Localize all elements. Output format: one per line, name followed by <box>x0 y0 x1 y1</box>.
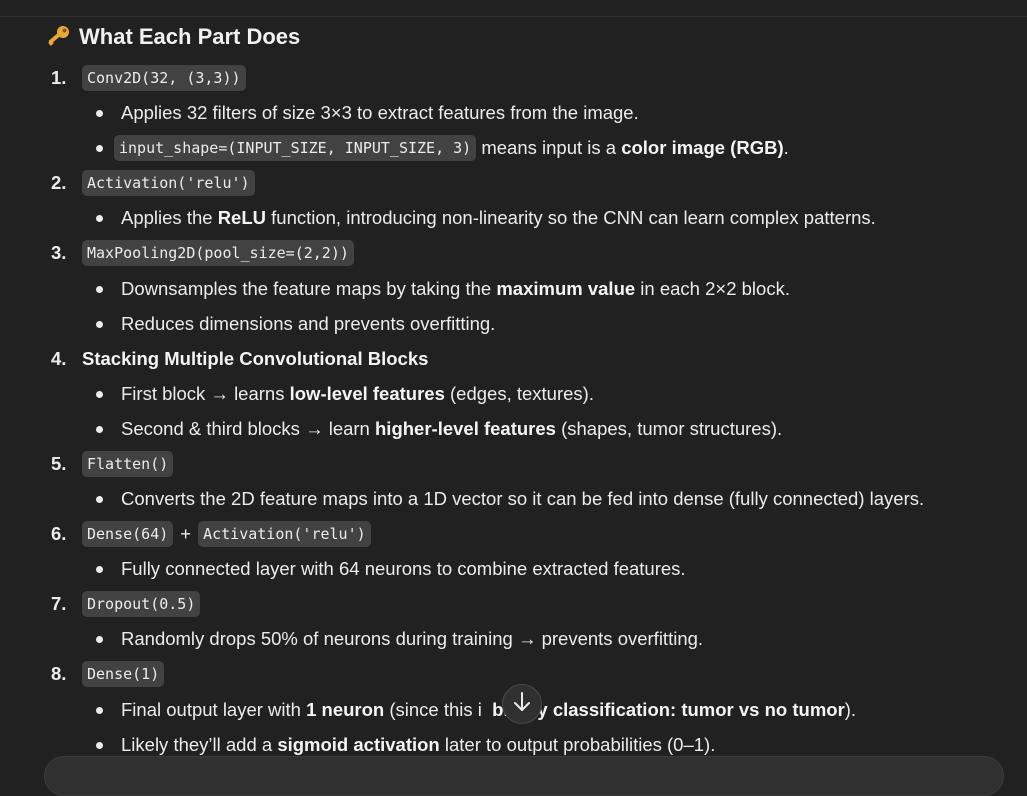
code-span: Dropout(0.5) <box>82 591 201 617</box>
list-number: 6. <box>51 523 67 544</box>
list-item: 6. Dense(64) + Activation('relu') <box>51 519 371 549</box>
text: Converts the 2D feature maps into a 1D v… <box>121 488 925 509</box>
bullet-dot <box>96 706 103 714</box>
text: Downsamples the feature maps by taking t… <box>121 278 497 299</box>
scroll-to-bottom-button[interactable] <box>502 684 542 724</box>
list-number: 8. <box>51 663 67 684</box>
text: Final output layer with <box>121 699 307 720</box>
bullet-dot <box>96 425 103 433</box>
list-number: 7. <box>51 593 67 614</box>
bullet-item: Converts the 2D feature maps into a 1D v… <box>96 484 924 514</box>
text: Fully connected layer with 64 neurons to… <box>121 558 686 579</box>
code-span: Dense(1) <box>82 661 165 687</box>
bold-text: 1 neuron <box>306 699 385 720</box>
list-item: 4. Stacking Multiple Convolutional Blocks <box>51 344 429 374</box>
code-span: Activation('relu') <box>82 170 255 196</box>
text <box>482 695 492 725</box>
bullet-dot <box>96 390 103 398</box>
text: Applies 32 filters of size 3×3 to extrac… <box>121 102 639 123</box>
bold-text: binary classification: tumor vs no tumor <box>492 699 845 720</box>
bullet-item: Applies 32 filters of size 3×3 to extrac… <box>96 98 639 128</box>
bold-text: color image (RGB) <box>621 137 784 158</box>
bullet-dot <box>96 109 103 117</box>
list-item: 5. Flatten() <box>51 449 174 479</box>
item-title: Stacking Multiple Convolutional Blocks <box>82 348 429 369</box>
code-span: Activation('relu') <box>198 521 371 547</box>
bullet-item: Downsamples the feature maps by taking t… <box>96 274 790 304</box>
bullet-dot <box>96 214 103 222</box>
bullet-dot <box>96 285 103 293</box>
key-icon <box>45 24 71 50</box>
bullet-item: Fully connected layer with 64 neurons to… <box>96 554 686 584</box>
bullet-item: Randomly drops 50% of neurons during tra… <box>96 624 703 654</box>
list-item: 3. MaxPooling2D(pool_size=(2,2)) <box>51 238 354 268</box>
text: (edges, textures). <box>444 383 594 404</box>
list-number: 1. <box>51 67 67 88</box>
list-item: 1. Conv2D(32, (3,3)) <box>51 63 246 93</box>
list-item: 7. Dropout(0.5) <box>51 589 201 619</box>
text: (since this i <box>384 699 482 720</box>
plus-sign: + <box>180 523 192 544</box>
list-number: 5. <box>51 453 67 474</box>
text: First block → learns <box>121 383 290 404</box>
list-number: 4. <box>51 348 67 369</box>
bullet-dot <box>96 495 103 503</box>
section-heading: What Each Part Does <box>45 22 300 52</box>
bold-text: low-level features <box>289 383 445 404</box>
bullet-item: Reduces dimensions and prevents overfitt… <box>96 309 495 339</box>
bullet-dot <box>96 320 103 328</box>
bullet-dot <box>96 741 103 749</box>
bold-text: maximum value <box>496 278 636 299</box>
code-span: Conv2D(32, (3,3)) <box>82 65 246 91</box>
arrow-down-icon <box>512 691 532 718</box>
bullet-dot <box>96 144 103 152</box>
text: in each 2×2 block. <box>635 278 790 299</box>
list-item: 8. Dense(1) <box>51 659 165 689</box>
text: function, introducing non-linearity so t… <box>266 207 876 228</box>
list-number: 2. <box>51 172 67 193</box>
text: means input is a <box>476 137 622 158</box>
bullet-dot <box>96 565 103 573</box>
text: . <box>783 137 789 158</box>
bullet-item: Final output layer with 1 neuron (since … <box>96 695 856 725</box>
list-item: 2. Activation('relu') <box>51 168 255 198</box>
heading-text: What Each Part Does <box>79 24 301 49</box>
list-number: 3. <box>51 242 67 263</box>
text: ). <box>844 699 857 720</box>
bullet-item: Second & third blocks → learn higher-lev… <box>96 414 782 444</box>
bold-text: ReLU <box>217 207 266 228</box>
bullet-item: input_shape=(INPUT_SIZE, INPUT_SIZE, 3) … <box>96 133 789 163</box>
text: Applies the <box>121 207 218 228</box>
text: Reduces dimensions and prevents overfitt… <box>121 313 496 334</box>
bullet-dot <box>96 635 103 643</box>
code-span: Flatten() <box>82 451 174 477</box>
code-span: Dense(64) <box>82 521 174 547</box>
message-composer[interactable] <box>44 756 1004 796</box>
code-span: MaxPooling2D(pool_size=(2,2)) <box>82 240 354 266</box>
text: Randomly drops 50% of neurons during tra… <box>121 628 704 649</box>
text: Second & third blocks → learn <box>121 418 375 439</box>
code-span: input_shape=(INPUT_SIZE, INPUT_SIZE, 3) <box>114 135 477 161</box>
message-content: What Each Part Does 1. Conv2D(32, (3,3)) A… <box>0 0 1027 771</box>
bullet-item: First block → learns low-level features … <box>96 379 594 409</box>
bullet-item: Applies the ReLU function, introducing n… <box>96 203 876 233</box>
bold-text: higher-level features <box>375 418 556 439</box>
text: (shapes, tumor structures). <box>555 418 783 439</box>
